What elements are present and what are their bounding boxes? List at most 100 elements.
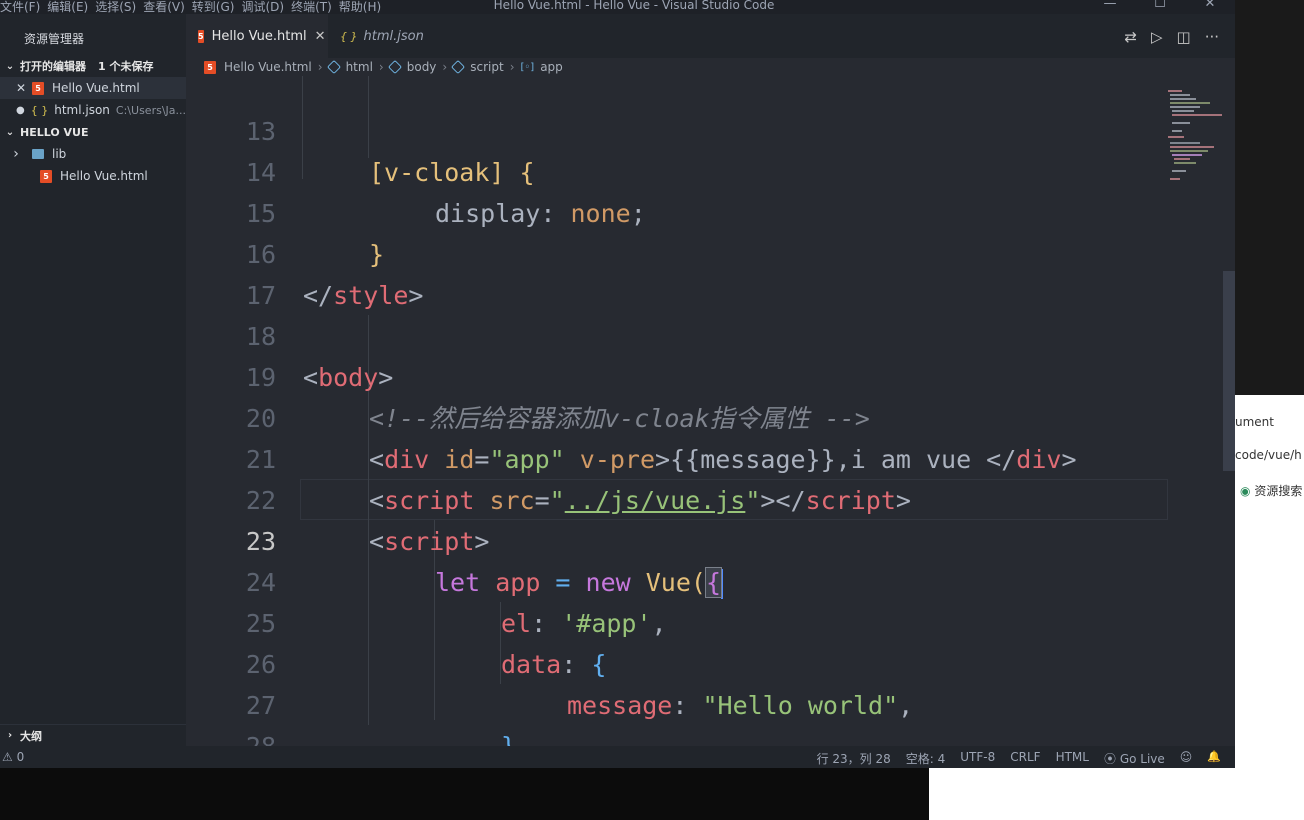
tab-label: html.json [363,28,424,44]
feedback-icon[interactable]: ☺ [1180,750,1193,767]
menu-debug[interactable]: 调试(D) [241,0,291,15]
menu-terminal[interactable]: 终端(T) [291,0,339,15]
code-line: 26 message: "Hello world", [186,603,1235,720]
html5-icon: 5 [32,81,44,95]
title-bar: 文件(F) 编辑(E) 选择(S) 查看(V) 转到(G) 调试(D) 终端(T… [0,0,1235,14]
editor-actions: ⇄ ▷ ◫ ··· [1124,28,1219,46]
open-editors-header[interactable]: ⌄ 打开的编辑器 1 个未保存 [0,55,186,77]
close-window-icon[interactable]: ✕ [1185,0,1235,11]
broadcast-icon: ⦿ [1103,752,1116,766]
code-line: 18 <body> [186,275,1235,392]
window-title: Hello Vue.html - Hello Vue - Visual Stud… [493,0,775,12]
maximize-icon[interactable]: ☐ [1135,0,1185,11]
code-line: 14 display: none; [186,111,1235,228]
breadcrumb-separator: › [378,60,384,74]
menu-file[interactable]: 文件(F) [0,0,47,15]
tab-hello-vue-html[interactable]: 5 Hello Vue.html ✕ [186,14,328,58]
folder-icon [32,149,44,159]
explorer-title: 资源管理器 [24,32,85,46]
scrollbar-thumb[interactable] [1223,271,1235,471]
tab-html-json[interactable]: { } html.json [328,14,448,58]
json-icon: { } [340,29,358,43]
line-ending[interactable]: CRLF [1010,750,1040,767]
unsaved-badge: 1 个未保存 [98,60,154,73]
code-line: 25 data: { [186,562,1235,679]
outline-label: 大纲 [20,729,42,743]
menu-view[interactable]: 查看(V) [143,0,192,15]
breadcrumb-body[interactable]: body [407,60,437,74]
window-controls: — ☐ ✕ [1085,0,1235,11]
code-line: 27 } [186,644,1235,746]
chevron-down-icon: ⌄ [5,60,15,72]
background-desktop [1235,0,1304,395]
menu-edit[interactable]: 编辑(E) [47,0,95,15]
breadcrumb-script[interactable]: script [470,60,503,74]
chevron-down-icon: ⌄ [5,126,15,138]
browser-url-text: code/vue/h [1235,448,1302,462]
language-mode[interactable]: HTML [1056,750,1089,767]
code-line: 24 el: '#app', [186,521,1235,638]
run-icon[interactable]: ▷ [1151,28,1163,46]
project-header[interactable]: ⌄ HELLO VUE [0,121,186,143]
more-actions-icon[interactable]: ··· [1205,28,1219,46]
open-editor-item-html-json[interactable]: ● { } html.json C:\Users\Ja... [0,99,186,121]
outline-section-header[interactable]: › 大纲 [0,724,186,746]
browser-bookmark[interactable]: ◉ 资源搜索 [1240,482,1302,499]
split-editor-icon[interactable]: ◫ [1177,28,1191,46]
json-icon: { } [30,103,49,117]
breadcrumb-separator: › [442,60,448,74]
element-icon [326,59,341,75]
status-bar: ⚠ 0 行 23，列 28 空格: 4 UTF-8 CRLF HTML ⦿ Go… [0,746,1235,768]
vscode-window: 文件(F) 编辑(E) 选择(S) 查看(V) 转到(G) 调试(D) 终端(T… [0,0,1235,768]
code-line: 16 </style> [186,193,1235,310]
variable-icon: [◦] [520,61,535,73]
html5-icon: 5 [40,169,52,183]
background-window-strip [929,768,1235,820]
menu-selection[interactable]: 选择(S) [95,0,143,15]
tree-item-hello-vue[interactable]: 5 Hello Vue.html [0,165,186,187]
minimap[interactable] [1168,76,1222,746]
go-live-button[interactable]: ⦿ Go Live [1104,750,1165,767]
tree-item-lib[interactable]: › lib [0,143,186,165]
project-label: HELLO VUE [20,125,89,139]
breadcrumb-separator: › [509,60,515,74]
explorer-sidebar: 资源管理器 ⌄ 打开的编辑器 1 个未保存 ✕ 5 Hello Vue.html… [0,14,186,746]
html5-icon: 5 [204,60,216,74]
code-line: 21 <script src="../js/vue.js"></script> [186,398,1235,515]
breadcrumb-file[interactable]: Hello Vue.html [224,60,312,74]
breadcrumb-separator: › [317,60,323,74]
code-line: 13 [v-cloak] { [186,76,1235,187]
breadcrumb-app[interactable]: app [540,60,563,74]
breadcrumb-html[interactable]: html [346,60,373,74]
problems-indicator[interactable]: ⚠ 0 [2,750,24,764]
open-editor-item-hello-vue[interactable]: ✕ 5 Hello Vue.html [0,77,186,99]
background-browser-window: ument code/vue/h ◉ 资源搜索 [1235,395,1304,820]
editor-area: 5 Hello Vue.html ✕ { } html.json ⇄ ▷ ◫ ·… [186,14,1235,746]
bookmark-icon: ◉ [1240,484,1251,498]
unsaved-dot-icon[interactable]: ● [0,105,31,116]
cursor-position[interactable]: 行 23，列 28 [817,750,891,767]
breadcrumb: 5 Hello Vue.html › html › body › script … [186,58,1235,76]
compare-icon[interactable]: ⇄ [1124,28,1137,46]
code-editor[interactable]: 13 [v-cloak] { 14 display: none; 15 } 16… [186,76,1235,746]
encoding[interactable]: UTF-8 [960,750,995,767]
code-line: 28 }) [186,685,1235,746]
code-line: 29 </script> [186,726,1235,746]
tab-bar: 5 Hello Vue.html ✕ { } html.json ⇄ ▷ ◫ ·… [186,14,1235,58]
open-editors-label: 打开的编辑器 [20,60,86,73]
close-editor-icon[interactable]: ✕ [0,81,32,95]
close-icon[interactable]: ✕ [315,29,326,44]
chevron-right-icon: › [13,146,19,162]
minimize-icon[interactable]: — [1085,0,1135,11]
element-icon [387,59,402,75]
menu-bar: 文件(F) 编辑(E) 选择(S) 查看(V) 转到(G) 调试(D) 终端(T… [0,0,388,15]
notifications-bell-icon[interactable]: 🔔 [1207,750,1221,767]
code-line: 15 } [186,152,1235,269]
indentation[interactable]: 空格: 4 [906,750,946,767]
code-line-current: 23 let app = new Vue({ [186,480,1235,599]
menu-help[interactable]: 帮助(H) [339,0,388,15]
browser-text-1: ument [1235,415,1274,429]
code-line: 17 [186,234,1235,310]
chevron-right-icon: › [7,730,13,741]
menu-goto[interactable]: 转到(G) [192,0,242,15]
